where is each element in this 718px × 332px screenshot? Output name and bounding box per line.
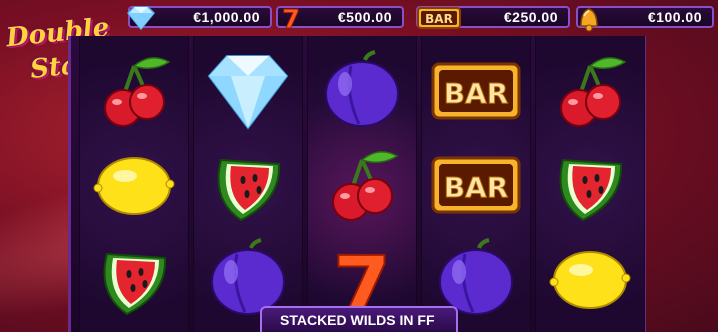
paytable-seven-value: €500.00 (337, 9, 392, 25)
banner-text: STACKED WILDS IN FF (280, 312, 435, 328)
bell-icon (572, 4, 606, 32)
svg-text:BAR: BAR (444, 171, 509, 204)
reel-4: BAR BAR (421, 36, 531, 332)
paytable-seven: 7 €500.00 (276, 5, 404, 36)
paytable-bar: €1,000.00 7 €500.00 BAR €250.00 €100.00 (126, 5, 714, 36)
paytable-bell: €100.00 (576, 6, 714, 32)
reel-5 (535, 36, 645, 332)
diamond-icon (124, 4, 158, 32)
paytable-bell-value: €100.00 (647, 9, 702, 25)
watermelon-icon (87, 234, 181, 324)
svg-text:BAR: BAR (425, 12, 453, 26)
watermelon-icon (201, 140, 295, 230)
seven-icon: 7 (272, 4, 306, 36)
bar-icon: BAR (429, 46, 523, 136)
paytable-diamond: €1,000.00 (126, 6, 272, 31)
svg-text:BAR: BAR (444, 77, 509, 110)
bar-icon: BAR (416, 4, 462, 32)
cherry-icon (315, 140, 409, 230)
cherry-icon (87, 46, 181, 136)
bar-icon: BAR (429, 140, 523, 230)
paytable-diamond-value: €1,000.00 (193, 9, 260, 25)
diamond-icon (201, 46, 295, 136)
lemon-icon (87, 140, 181, 230)
reels-frame: 7 BAR BAR (68, 36, 646, 332)
watermelon-icon (543, 140, 637, 230)
info-banner: STACKED WILDS IN FF (260, 306, 458, 332)
paytable-bar: BAR €250.00 (416, 6, 570, 29)
cherry-icon (543, 46, 637, 136)
paytable-bar-value: €250.00 (503, 9, 558, 25)
svg-text:7: 7 (282, 5, 300, 32)
reel-3: 7 (307, 36, 417, 332)
reel-2 (193, 36, 303, 332)
reel-1 (79, 36, 189, 332)
plum-icon (315, 46, 409, 136)
lemon-icon (543, 234, 637, 324)
